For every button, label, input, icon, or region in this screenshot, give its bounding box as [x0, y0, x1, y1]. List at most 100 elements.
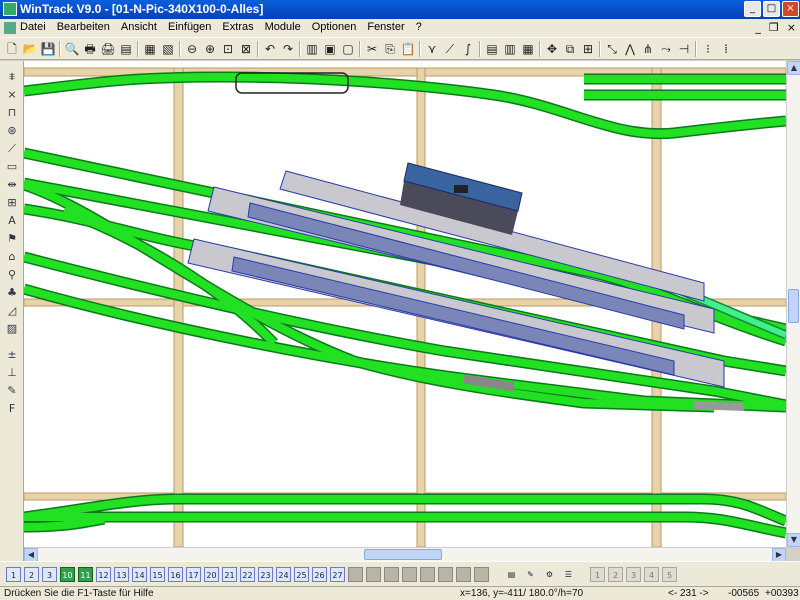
minimize-button[interactable]: _ — [744, 1, 761, 17]
save-icon[interactable]: 💾 — [40, 41, 56, 57]
catalog-icon[interactable]: ▣ — [322, 41, 338, 57]
close-button[interactable]: × — [782, 1, 799, 17]
scroll-down-arrow-icon[interactable]: ▼ — [787, 533, 800, 547]
menu-item-bearbeiten[interactable]: Bearbeiten — [57, 21, 110, 33]
level-button-3[interactable]: 3 — [626, 567, 641, 582]
vertical-scrollbar[interactable]: ▲ ▼ — [786, 61, 800, 547]
zoom-out-icon[interactable]: ⊖ — [184, 41, 200, 57]
layer-button-blank-24[interactable] — [438, 567, 453, 582]
layout-3d-icon[interactable]: ▦ — [142, 41, 158, 57]
group-icon[interactable]: ▤ — [484, 41, 500, 57]
menu-item-ansicht[interactable]: Ansicht — [121, 21, 157, 33]
layer-button-17[interactable]: 17 — [186, 567, 201, 582]
curve-icon[interactable]: ⟋ — [442, 41, 458, 57]
layer-button-blank-26[interactable] — [474, 567, 489, 582]
measure-icon[interactable]: ⤡ — [604, 41, 620, 57]
turnout-icon[interactable]: ⋀ — [622, 41, 638, 57]
align-icon[interactable]: ⧉ — [562, 41, 578, 57]
build-icon[interactable]: ⊞ — [580, 41, 596, 57]
mdi-restore-button[interactable]: ❐ — [769, 21, 779, 34]
paste-icon[interactable]: 📋 — [400, 41, 416, 57]
connect-icon[interactable]: ✥ — [544, 41, 560, 57]
layer-settings-icon[interactable]: ⚙ — [542, 567, 557, 582]
house-tool-icon[interactable]: ⌂ — [4, 249, 20, 265]
copy-icon[interactable]: ⎘ — [382, 41, 398, 57]
layer-button-blank-22[interactable] — [402, 567, 417, 582]
menu-item--[interactable]: ? — [416, 21, 422, 33]
layer-button-blank-21[interactable] — [384, 567, 399, 582]
zoom-in-icon[interactable]: ⊕ — [202, 41, 218, 57]
layer-button-11[interactable]: 11 — [78, 567, 93, 582]
layer-button-1[interactable]: 1 — [6, 567, 21, 582]
list-icon[interactable]: ▤ — [118, 41, 134, 57]
track-plan[interactable] — [24, 61, 786, 547]
zoom-window-icon[interactable]: ⊡ — [220, 41, 236, 57]
menu-item-einf-gen[interactable]: Einfügen — [168, 21, 211, 33]
layer-button-25[interactable]: 25 — [294, 567, 309, 582]
print-icon[interactable]: 🖶 — [82, 41, 98, 57]
document-icon[interactable] — [4, 22, 16, 34]
slope-tool-icon[interactable]: ⟋ — [4, 141, 20, 157]
layer-button-3[interactable]: 3 — [42, 567, 57, 582]
layer-button-blank-25[interactable] — [456, 567, 471, 582]
layer-button-2[interactable]: 2 — [24, 567, 39, 582]
text-tool-icon[interactable]: A — [4, 213, 20, 229]
horizontal-scrollbar[interactable]: ◀ ▶ — [24, 547, 786, 562]
switch-icon[interactable]: ⋎ — [424, 41, 440, 57]
mdi-minimize-button[interactable]: _ — [755, 21, 761, 34]
level-button-2[interactable]: 2 — [608, 567, 623, 582]
level-button-5[interactable]: 5 — [662, 567, 677, 582]
properties-icon[interactable]: ▢ — [340, 41, 356, 57]
tree-tool-icon[interactable]: ♣ — [4, 285, 20, 301]
end-icon[interactable]: ⊣ — [676, 41, 692, 57]
mdi-close-button[interactable]: × — [787, 21, 796, 34]
layer-button-blank-23[interactable] — [420, 567, 435, 582]
print-preview-icon[interactable]: 🔍 — [64, 41, 80, 57]
layer-button-blank-19[interactable] — [348, 567, 363, 582]
scroll-right-arrow-icon[interactable]: ▶ — [772, 548, 786, 562]
undo-icon[interactable]: ↶ — [262, 41, 278, 57]
layer-button-21[interactable]: 21 — [222, 567, 237, 582]
landscape-icon[interactable]: ▧ — [160, 41, 176, 57]
open-icon[interactable]: 📂 — [22, 41, 38, 57]
maximize-button[interactable]: □ — [763, 1, 780, 17]
signal-tool-icon[interactable]: ⚑ — [4, 231, 20, 247]
scroll-left-arrow-icon[interactable]: ◀ — [24, 548, 38, 562]
parts-list-icon[interactable]: ▥ — [304, 41, 320, 57]
menu-item-datei[interactable]: Datei — [20, 21, 46, 33]
paint-tool-icon[interactable]: ✎ — [4, 383, 20, 399]
layer-button-27[interactable]: 27 — [330, 567, 345, 582]
grid-icon[interactable]: ⁝ — [700, 41, 716, 57]
figure-tool-icon[interactable]: ⚲ — [4, 267, 20, 283]
layer-button-12[interactable]: 12 — [96, 567, 111, 582]
menu-item-module[interactable]: Module — [265, 21, 301, 33]
vertical-scroll-thumb[interactable] — [788, 289, 799, 323]
track-tool-icon[interactable]: ⩨ — [4, 69, 20, 85]
cut-icon[interactable]: ✂ — [364, 41, 380, 57]
printer-setup-icon[interactable]: 🖨 — [100, 41, 116, 57]
horizontal-scroll-thumb[interactable] — [364, 549, 442, 560]
layer-button-26[interactable]: 26 — [312, 567, 327, 582]
layout-canvas[interactable] — [24, 61, 786, 547]
edit-layer-icon[interactable]: ✎ — [523, 567, 538, 582]
layer-button-10[interactable]: 10 — [60, 567, 75, 582]
wintrack-app-icon[interactable] — [3, 2, 17, 16]
stack-icon[interactable]: ☰ — [561, 567, 576, 582]
layer-button-blank-20[interactable] — [366, 567, 381, 582]
layer-button-13[interactable]: 13 — [114, 567, 129, 582]
menu-item-optionen[interactable]: Optionen — [312, 21, 357, 33]
section-tool-icon[interactable]: ⊥ — [4, 365, 20, 381]
crossing-tool-icon[interactable]: ⨯ — [4, 87, 20, 103]
platform-tool-icon[interactable]: ▭ — [4, 159, 20, 175]
menu-item-extras[interactable]: Extras — [222, 21, 253, 33]
color-layer-icon[interactable]: ▤ — [504, 567, 519, 582]
layer-button-23[interactable]: 23 — [258, 567, 273, 582]
block-icon[interactable]: ▦ — [520, 41, 536, 57]
menu-item-fenster[interactable]: Fenster — [367, 21, 404, 33]
bridge-tool-icon[interactable]: ⊓ — [4, 105, 20, 121]
layer-button-20[interactable]: 20 — [204, 567, 219, 582]
gradient-tool-icon[interactable]: ◿ — [4, 303, 20, 319]
ungroup-icon[interactable]: ▥ — [502, 41, 518, 57]
redo-icon[interactable]: ↷ — [280, 41, 296, 57]
junction-icon[interactable]: ⤳ — [658, 41, 674, 57]
